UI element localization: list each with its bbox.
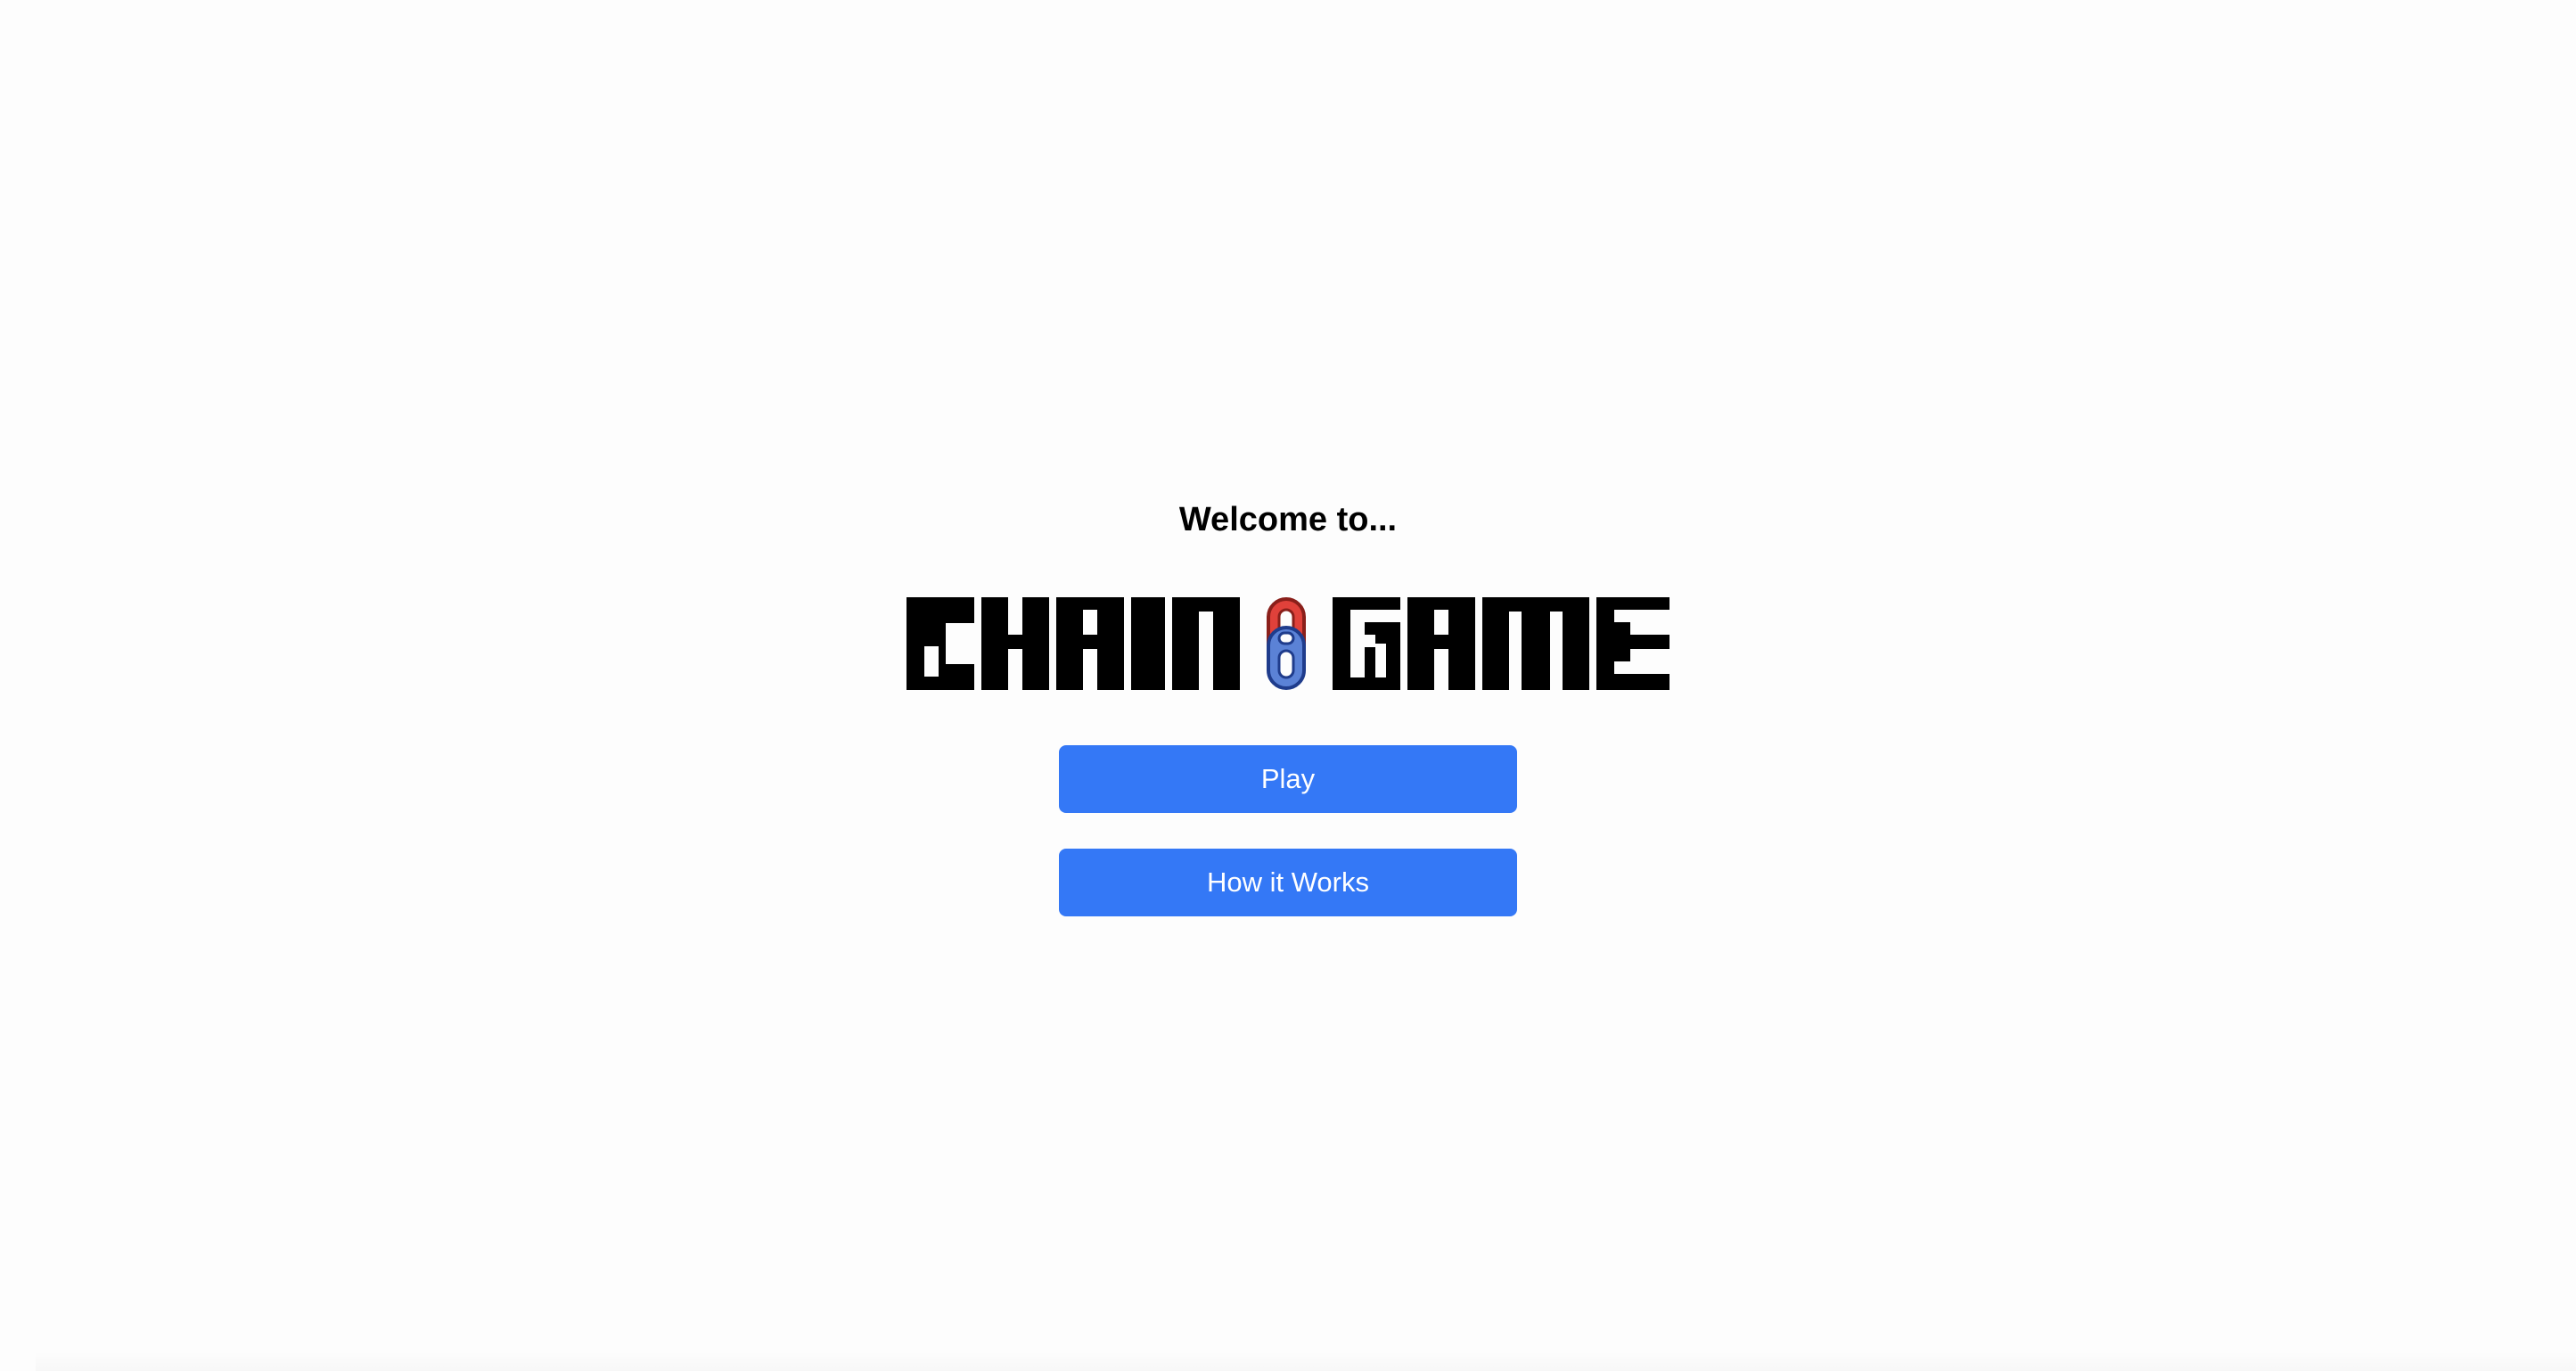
welcome-heading: Welcome to... <box>1178 501 1398 538</box>
logo-letter-h <box>981 597 1049 690</box>
logo-letter-a2 <box>1407 597 1475 690</box>
how-it-works-button[interactable]: How it Works <box>1059 849 1517 916</box>
logo-letter-n <box>1172 597 1240 690</box>
welcome-screen: Welcome to... Play How it Works <box>0 0 2576 1371</box>
welcome-panel: Welcome to... Play How it Works <box>0 488 2576 916</box>
chain-link-icon <box>1267 597 1306 690</box>
bottom-shadow <box>36 1351 2576 1371</box>
logo-letter-c <box>907 597 974 690</box>
logo-letter-a <box>1056 597 1124 690</box>
logo-letter-e <box>1596 597 1669 690</box>
logo-letter-g <box>1333 597 1400 690</box>
logo-letter-m <box>1482 597 1589 690</box>
chain-game-logo <box>907 597 1669 690</box>
play-button[interactable]: Play <box>1059 745 1517 813</box>
logo-letter-i <box>1131 597 1165 690</box>
